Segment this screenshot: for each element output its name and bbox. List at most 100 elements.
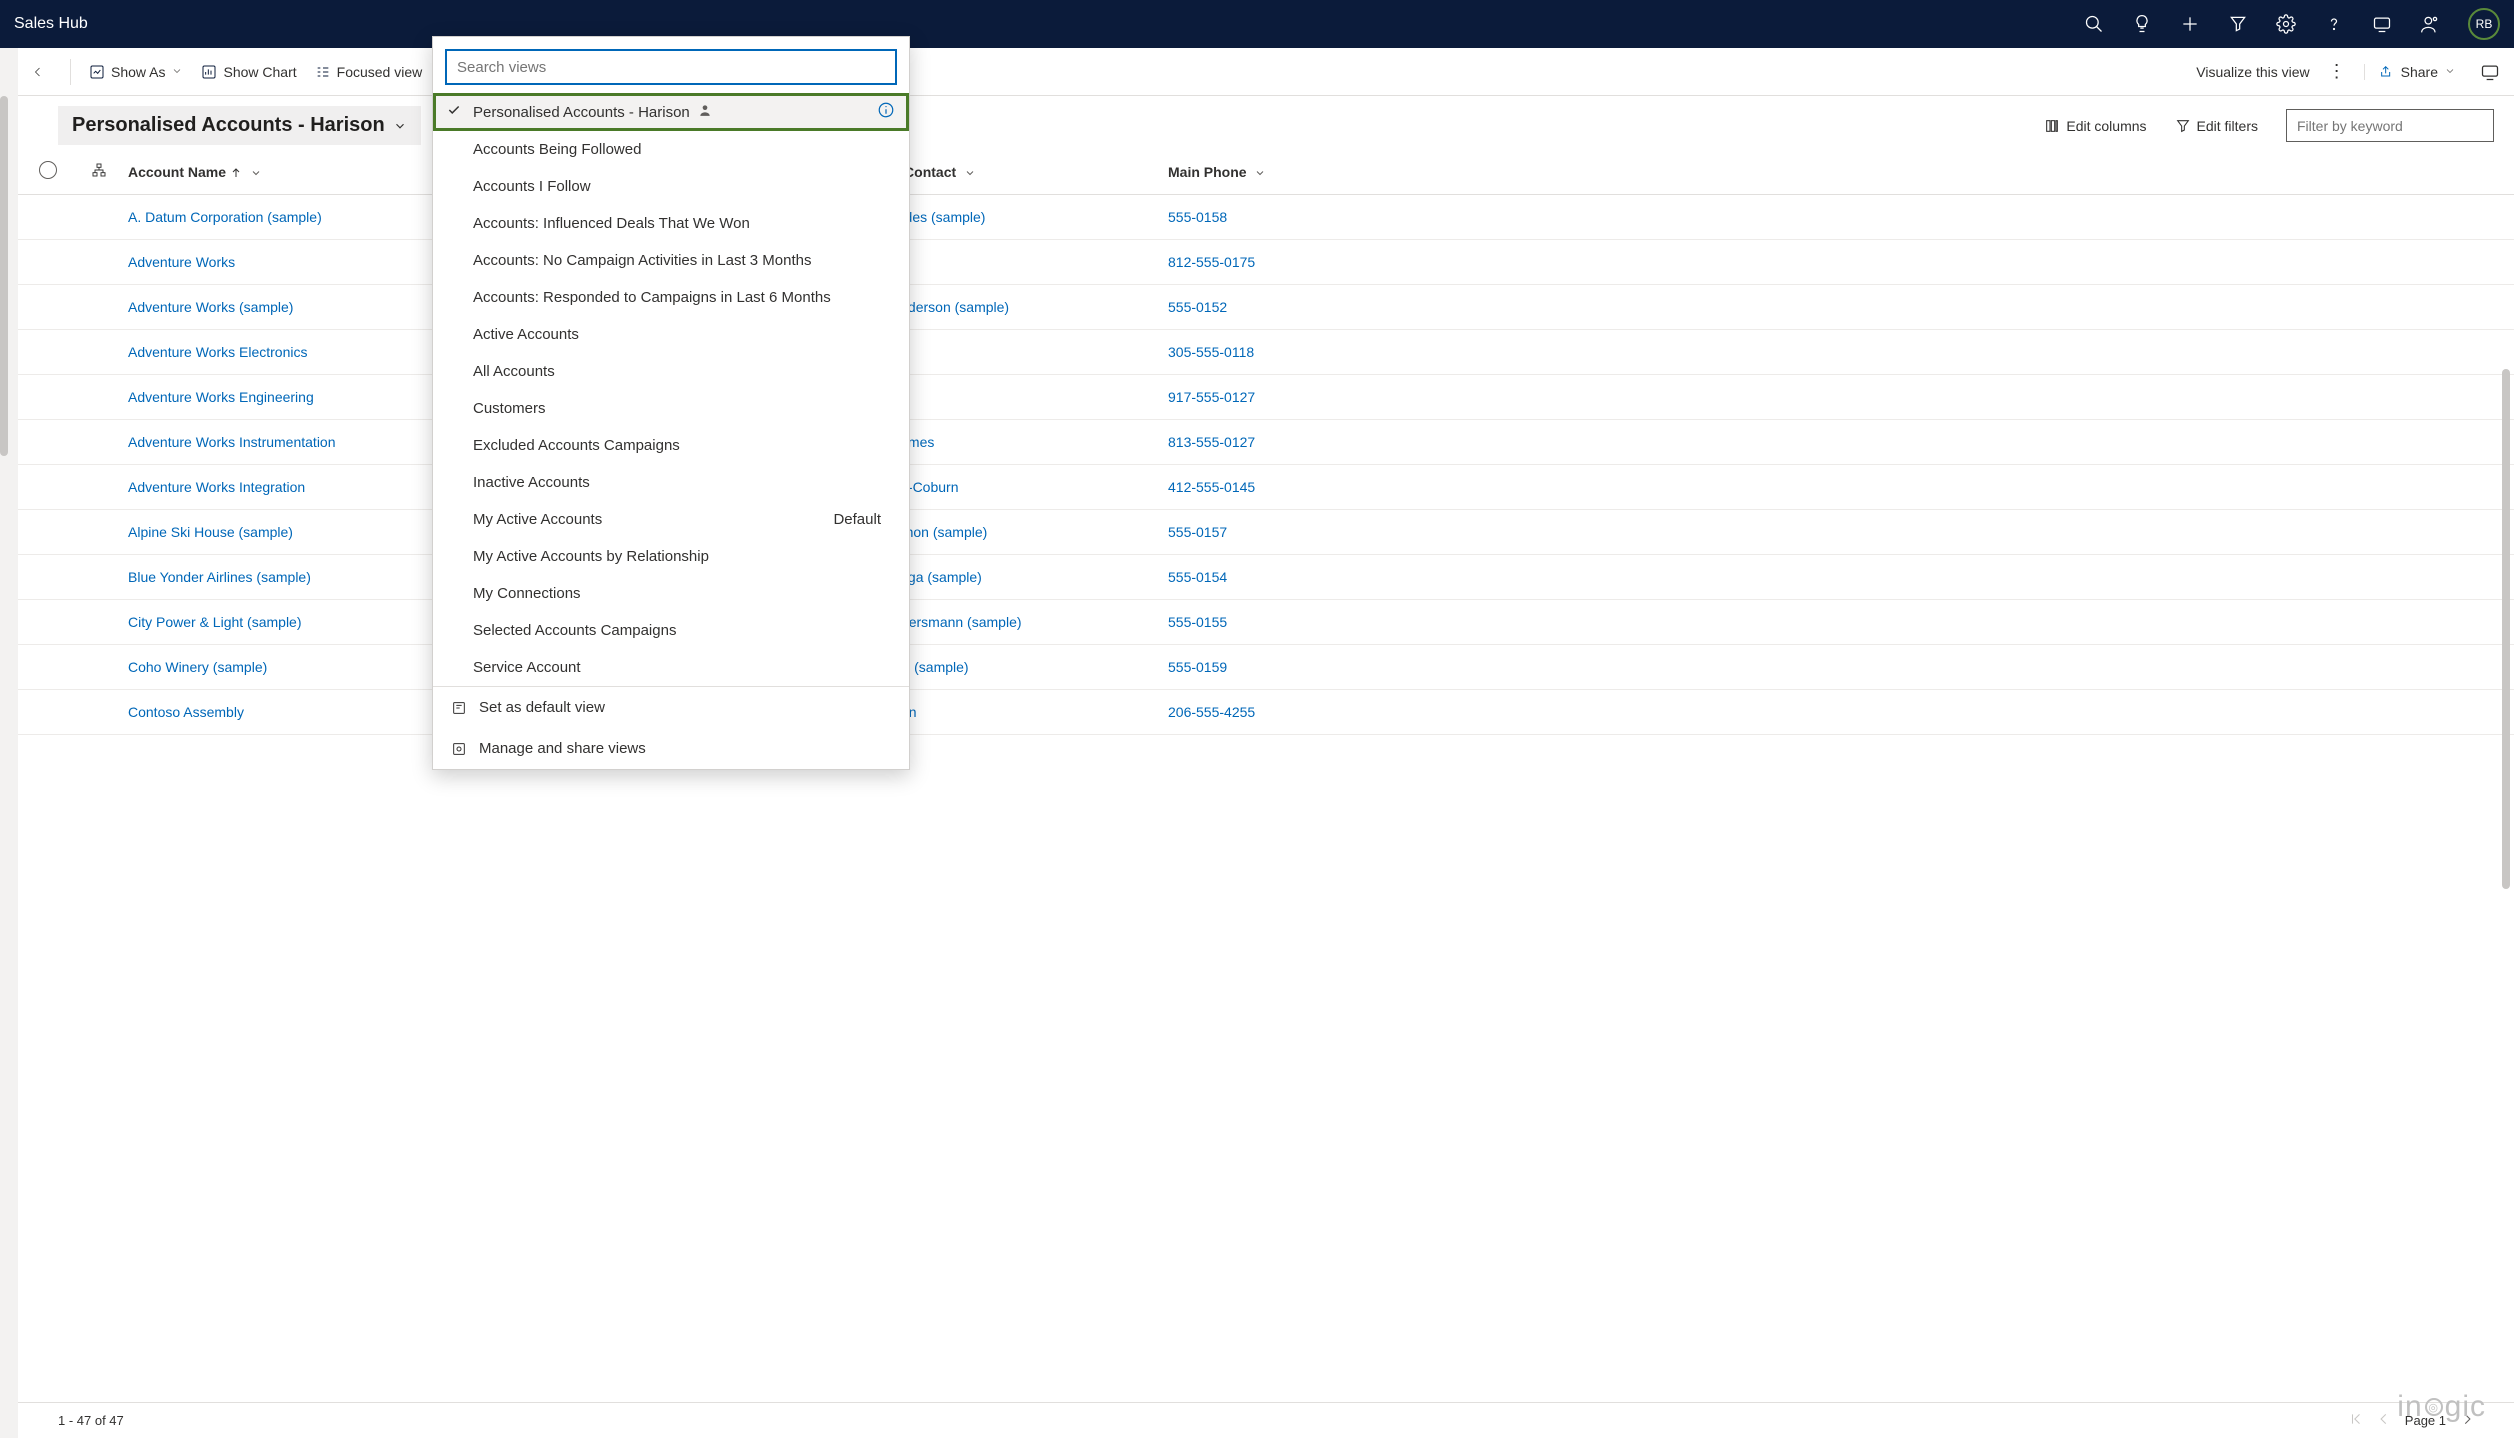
main-phone-link[interactable]: 555-0155 bbox=[1168, 614, 1227, 630]
view-option[interactable]: Inactive Accounts bbox=[433, 464, 909, 501]
set-default-view-button[interactable]: Set as default view bbox=[433, 687, 909, 728]
table-row[interactable]: Adventure Works Engineering 917-555-0127 bbox=[18, 375, 2514, 420]
show-as-button[interactable]: Show As bbox=[89, 64, 183, 80]
main-phone-link[interactable]: 812-555-0175 bbox=[1168, 254, 1255, 270]
view-selector[interactable]: Personalised Accounts - Harison bbox=[58, 106, 421, 145]
account-name-link[interactable]: Adventure Works (sample) bbox=[128, 299, 293, 315]
main-phone-link[interactable]: 555-0157 bbox=[1168, 524, 1227, 540]
view-option[interactable]: Selected Accounts Campaigns bbox=[433, 612, 909, 649]
account-name-link[interactable]: Blue Yonder Airlines (sample) bbox=[128, 569, 311, 585]
account-name-link[interactable]: Alpine Ski House (sample) bbox=[128, 524, 293, 540]
table-row[interactable]: Contoso Assembly Ann Brown 206-555-4255 bbox=[18, 690, 2514, 735]
default-badge: Default bbox=[833, 511, 881, 528]
watermark: in◎gic bbox=[2397, 1390, 2486, 1424]
table-row[interactable]: Blue Yonder Airlines (sample) Sidney Hig… bbox=[18, 555, 2514, 600]
view-option[interactable]: Excluded Accounts Campaigns bbox=[433, 427, 909, 464]
prev-page-button[interactable] bbox=[2377, 1412, 2391, 1429]
main-phone-link[interactable]: 555-0154 bbox=[1168, 569, 1227, 585]
view-option[interactable]: Accounts I Follow bbox=[433, 168, 909, 205]
account-name-link[interactable]: Contoso Assembly bbox=[128, 704, 244, 720]
accounts-table: Account Name Primary Contact Main Phone bbox=[18, 149, 2514, 735]
sort-asc-icon bbox=[230, 164, 242, 180]
account-name-link[interactable]: Adventure Works Integration bbox=[128, 479, 305, 495]
table-row[interactable]: A. Datum Corporation (sample) Rene Valde… bbox=[18, 195, 2514, 240]
account-name-link[interactable]: Adventure Works Electronics bbox=[128, 344, 307, 360]
view-option-label: All Accounts bbox=[473, 363, 555, 380]
table-row[interactable]: Alpine Ski House (sample) Paul Cannon (s… bbox=[18, 510, 2514, 555]
settings-icon[interactable] bbox=[2276, 14, 2296, 34]
person-alert-icon[interactable] bbox=[2420, 14, 2440, 34]
app-title: Sales Hub bbox=[14, 15, 88, 33]
table-row[interactable]: Adventure Works (sample) Nancy Anderson … bbox=[18, 285, 2514, 330]
focused-view-button[interactable]: Focused view bbox=[315, 64, 423, 80]
back-button[interactable] bbox=[32, 63, 52, 81]
view-option[interactable]: All Accounts bbox=[433, 353, 909, 390]
main-phone-link[interactable]: 305-555-0118 bbox=[1168, 344, 1254, 360]
main-phone-link[interactable]: 555-0158 bbox=[1168, 209, 1227, 225]
show-chart-button[interactable]: Show Chart bbox=[201, 64, 296, 80]
more-commands-button[interactable]: ⋮ bbox=[2328, 61, 2346, 82]
view-option[interactable]: Active Accounts bbox=[433, 316, 909, 353]
view-option[interactable]: My Connections bbox=[433, 575, 909, 612]
view-option[interactable]: Personalised Accounts - Harison bbox=[433, 93, 909, 131]
edit-columns-button[interactable]: Edit columns bbox=[2044, 118, 2146, 134]
hierarchy-icon[interactable] bbox=[91, 165, 107, 181]
main-phone-link[interactable]: 555-0159 bbox=[1168, 659, 1227, 675]
table-row[interactable]: City Power & Light (sample) Scott Koners… bbox=[18, 600, 2514, 645]
assistant-icon[interactable] bbox=[2372, 14, 2392, 34]
view-option[interactable]: Service Account bbox=[433, 649, 909, 686]
app-topbar: Sales Hub RB bbox=[0, 0, 2514, 48]
lightbulb-icon[interactable] bbox=[2132, 14, 2152, 34]
copilot-side-icon[interactable] bbox=[2480, 62, 2500, 82]
chevron-down-icon bbox=[246, 164, 262, 180]
view-option-label: Active Accounts bbox=[473, 326, 579, 343]
view-option[interactable]: Customers bbox=[433, 390, 909, 427]
user-avatar[interactable]: RB bbox=[2468, 8, 2500, 40]
command-bar: Show As Show Chart Focused view Visualiz… bbox=[18, 48, 2514, 96]
main-phone-link[interactable]: 555-0152 bbox=[1168, 299, 1227, 315]
help-icon[interactable] bbox=[2324, 14, 2344, 34]
main-phone-link[interactable]: 813-555-0127 bbox=[1168, 434, 1255, 450]
main-phone-link[interactable]: 412-555-0145 bbox=[1168, 479, 1255, 495]
search-views-input[interactable] bbox=[445, 49, 897, 85]
main-phone-link[interactable]: 917-555-0127 bbox=[1168, 389, 1255, 405]
view-option[interactable]: My Active Accounts by Relationship bbox=[433, 538, 909, 575]
share-label: Share bbox=[2401, 64, 2438, 80]
view-option[interactable]: Accounts: Influenced Deals That We Won bbox=[433, 205, 909, 242]
main-phone-link[interactable]: 206-555-4255 bbox=[1168, 704, 1255, 720]
account-name-link[interactable]: City Power & Light (sample) bbox=[128, 614, 302, 630]
account-name-link[interactable]: Adventure Works Instrumentation bbox=[128, 434, 336, 450]
table-row[interactable]: Coho Winery (sample) Jim Glynn (sample) … bbox=[18, 645, 2514, 690]
search-icon[interactable] bbox=[2084, 14, 2104, 34]
chevron-down-icon bbox=[1250, 164, 1266, 180]
view-option[interactable]: Accounts: Responded to Campaigns in Last… bbox=[433, 279, 909, 316]
manage-share-views-button[interactable]: Manage and share views bbox=[433, 728, 909, 769]
table-scrollbar[interactable] bbox=[2502, 369, 2510, 889]
first-page-button[interactable] bbox=[2349, 1412, 2363, 1429]
view-option-label: My Connections bbox=[473, 585, 581, 602]
table-row[interactable]: Adventure Works Integration Eric Steel-C… bbox=[18, 465, 2514, 510]
show-chart-label: Show Chart bbox=[223, 64, 296, 80]
account-name-link[interactable]: Coho Winery (sample) bbox=[128, 659, 267, 675]
share-button[interactable]: Share bbox=[2364, 64, 2456, 80]
select-all-radio[interactable] bbox=[39, 161, 57, 179]
edit-filters-button[interactable]: Edit filters bbox=[2175, 118, 2258, 134]
view-option[interactable]: My Active AccountsDefault bbox=[433, 501, 909, 538]
visualize-view-button[interactable]: Visualize this view bbox=[2196, 64, 2309, 80]
table-row[interactable]: Adventure Works Electronics 305-555-0118 bbox=[18, 330, 2514, 375]
view-option-label: Customers bbox=[473, 400, 546, 417]
col-main-phone[interactable]: Main Phone bbox=[1160, 149, 1360, 195]
filter-keyword-input[interactable] bbox=[2286, 109, 2494, 142]
account-name-link[interactable]: A. Datum Corporation (sample) bbox=[128, 209, 322, 225]
plus-icon[interactable] bbox=[2180, 14, 2200, 34]
left-scrollbar[interactable] bbox=[0, 96, 8, 456]
account-name-link[interactable]: Adventure Works bbox=[128, 254, 235, 270]
table-row[interactable]: Adventure Works 812-555-0175 bbox=[18, 240, 2514, 285]
table-row[interactable]: Adventure Works Instrumentation Allison … bbox=[18, 420, 2514, 465]
account-name-link[interactable]: Adventure Works Engineering bbox=[128, 389, 314, 405]
filter-icon[interactable] bbox=[2228, 14, 2248, 34]
view-option[interactable]: Accounts Being Followed bbox=[433, 131, 909, 168]
view-title: Personalised Accounts - Harison bbox=[72, 114, 385, 137]
info-icon[interactable] bbox=[877, 101, 895, 123]
view-option[interactable]: Accounts: No Campaign Activities in Last… bbox=[433, 242, 909, 279]
